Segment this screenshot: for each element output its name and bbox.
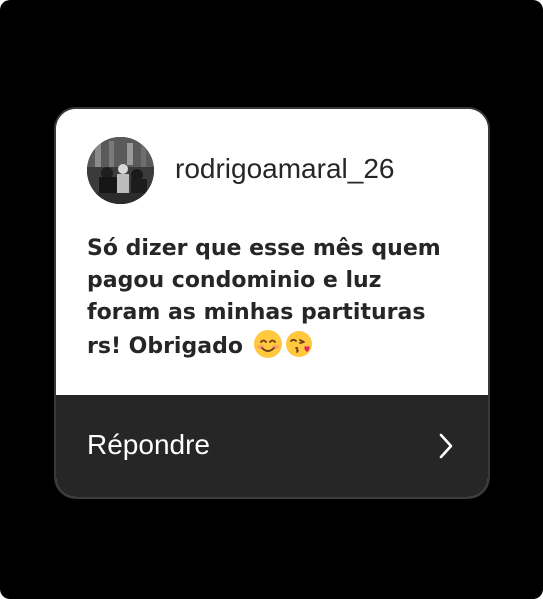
username[interactable]: rodrigoamaral_26: [175, 153, 394, 185]
avatar-photo: [87, 137, 154, 204]
reply-button[interactable]: Répondre: [56, 395, 488, 497]
message-line: foram as minhas partituras: [87, 300, 426, 325]
reply-label: Répondre: [87, 429, 210, 460]
avatar[interactable]: [87, 137, 154, 204]
chevron-right-icon: [439, 433, 453, 459]
screen-frame: rodrigoamaral_26 Só dizer que esse mês q…: [0, 0, 543, 599]
smiling-face-emoji-icon: [253, 330, 282, 358]
message-card-body: rodrigoamaral_26 Só dizer que esse mês q…: [56, 109, 488, 395]
message-line: pagou condominio e luz: [87, 268, 382, 293]
message-line-last: rs! Obrigado: [87, 329, 467, 363]
message-card: rodrigoamaral_26 Só dizer que esse mês q…: [56, 109, 488, 497]
face-blowing-kiss-emoji-icon: [285, 331, 312, 357]
message-text: Só dizer que esse mês quem pagou condomi…: [87, 233, 467, 363]
message-line: Só dizer que esse mês quem: [87, 236, 441, 261]
message-line-text: rs! Obrigado: [87, 334, 243, 359]
